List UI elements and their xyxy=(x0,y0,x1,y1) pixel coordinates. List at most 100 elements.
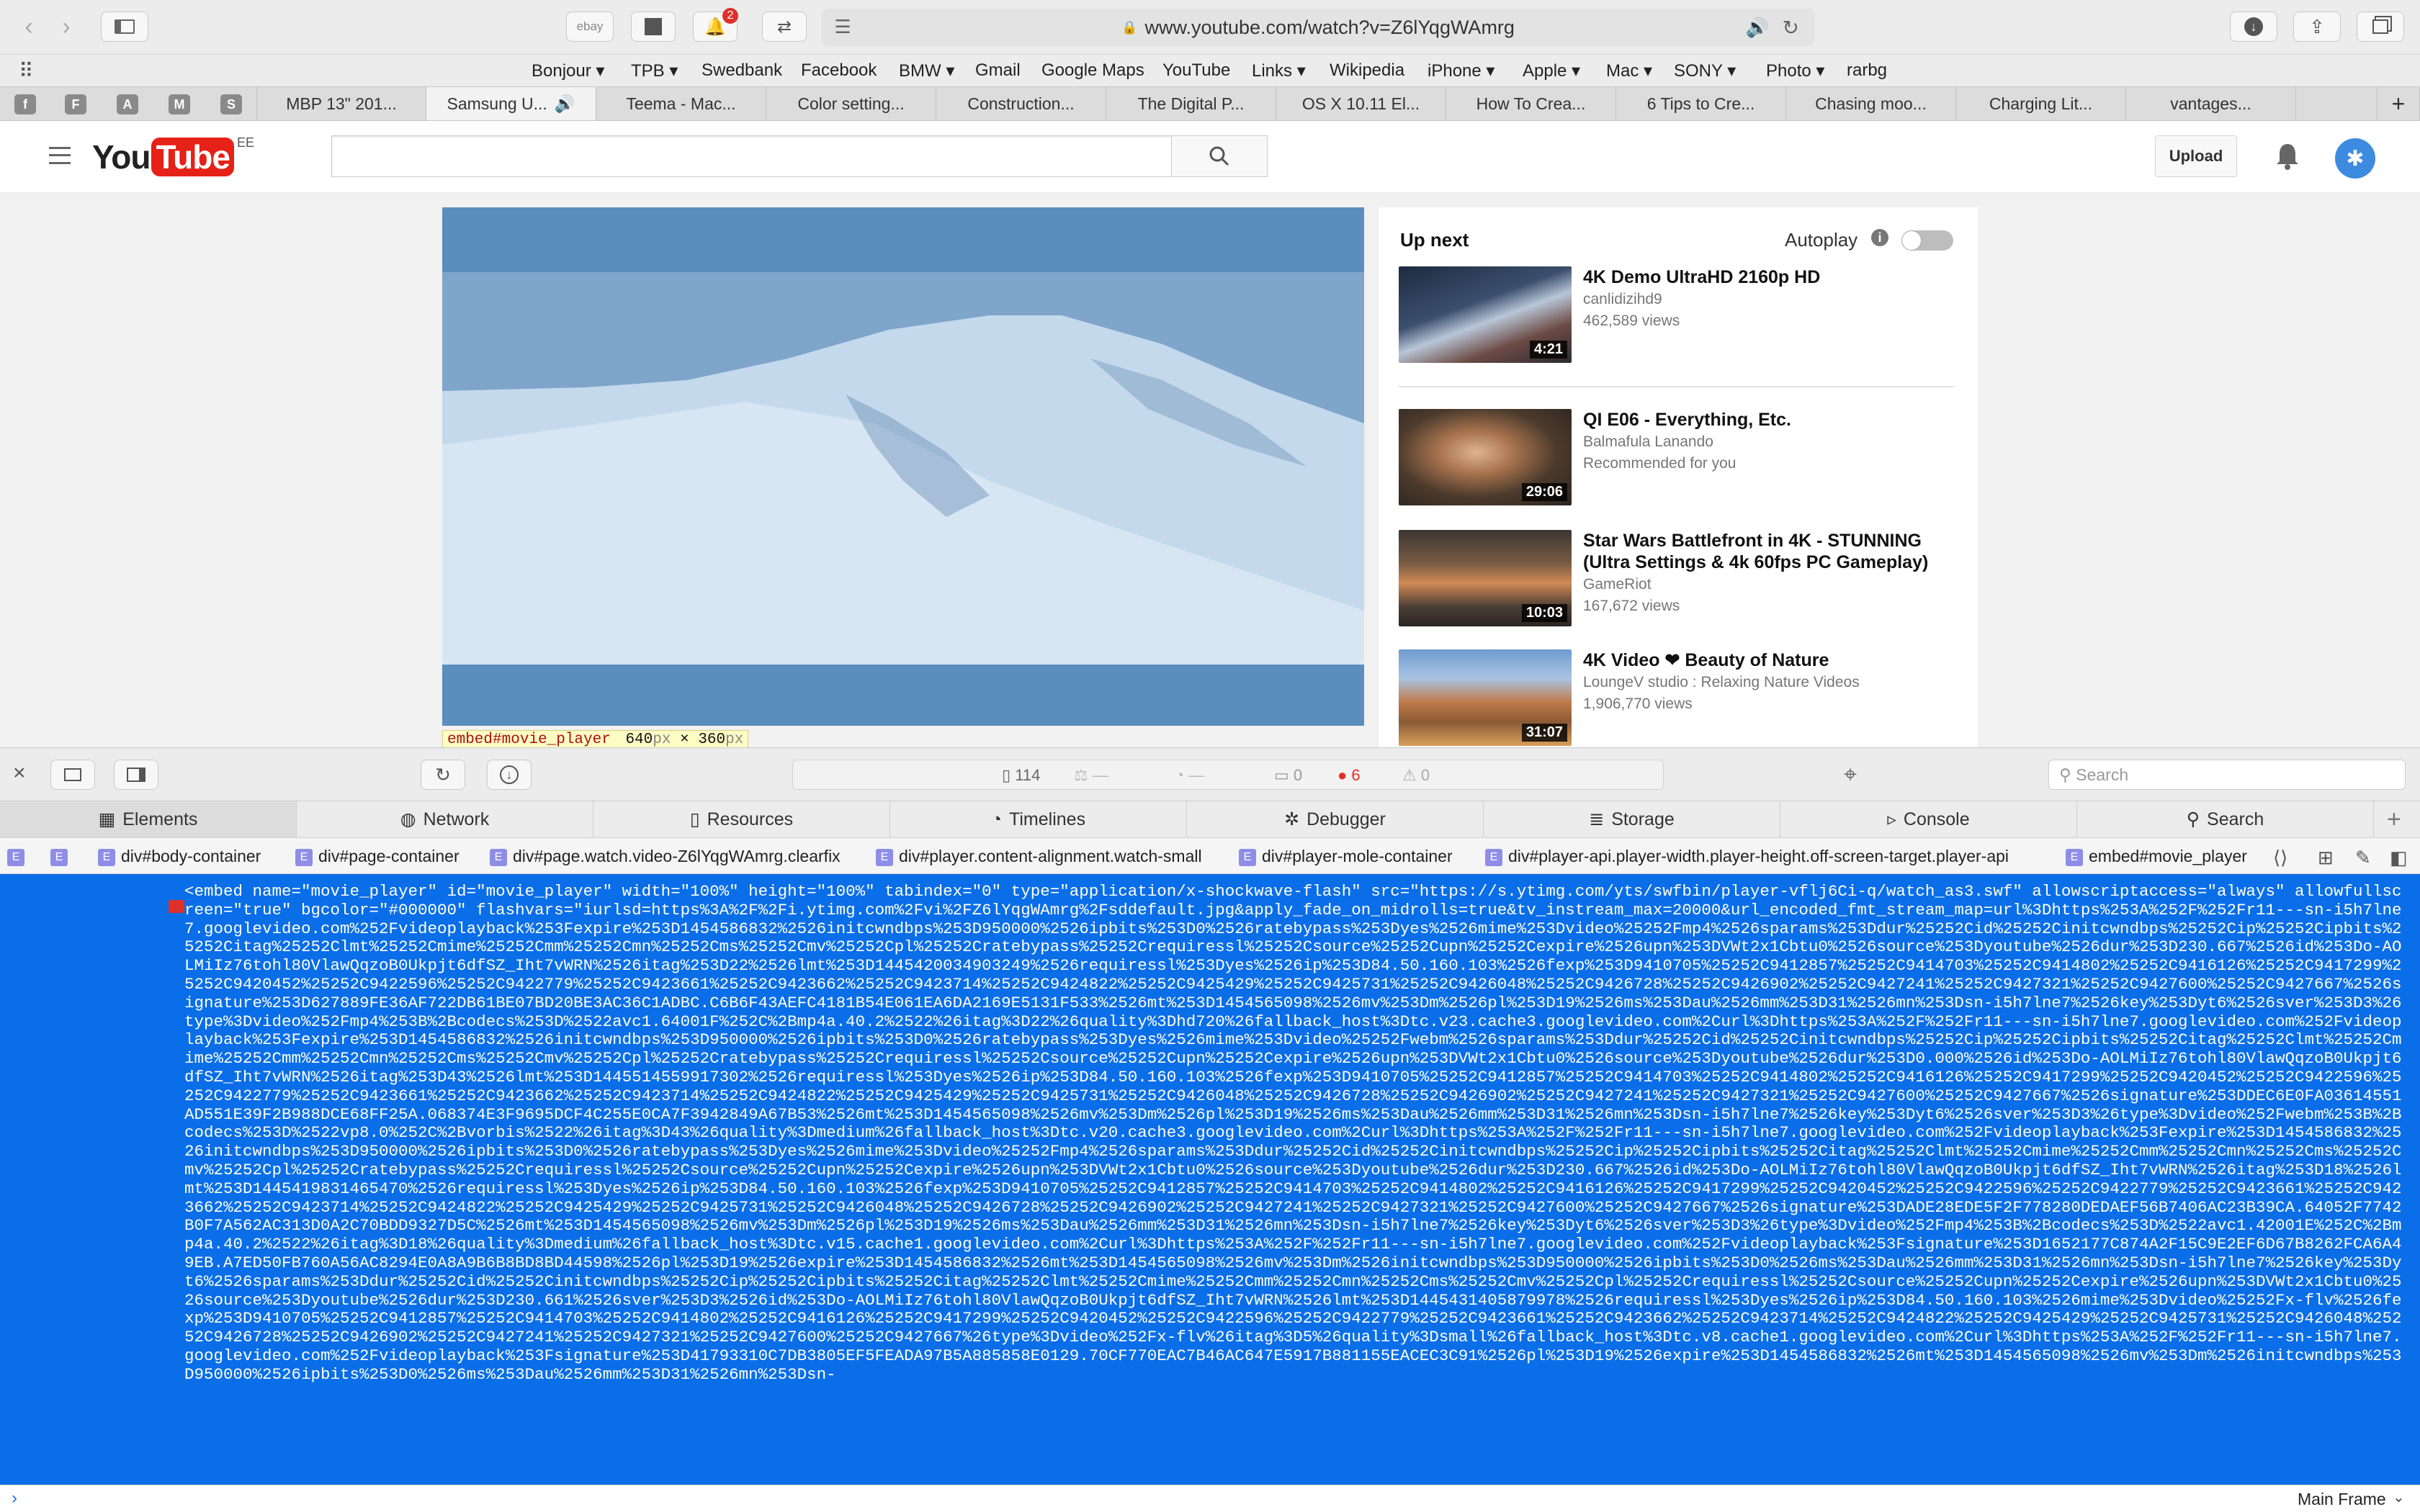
breadcrumb-player[interactable]: Ediv#player.content-alignment.watch-smal… xyxy=(876,847,1202,866)
reload-page-button[interactable]: ↻ xyxy=(421,760,465,790)
bookmark-apple[interactable]: Apple ▾ xyxy=(1523,60,1580,81)
frame-selector-chevron-icon[interactable]: ⌄ xyxy=(2393,1488,2405,1506)
reload-icon[interactable]: ↻ xyxy=(1783,16,1799,40)
tab-elements[interactable]: ▦ Elements xyxy=(0,801,297,837)
video-channel[interactable]: canlidizihd9 xyxy=(1583,291,1662,308)
braces-icon[interactable]: ⟨⟩ xyxy=(2273,847,2287,869)
tabs-overview-button[interactable] xyxy=(2357,12,2404,42)
speaker-icon[interactable]: 🔊 xyxy=(555,94,575,114)
new-tab-button[interactable]: + xyxy=(2377,87,2420,120)
dom-tree-selected-node[interactable]: <embed name="movie_player" id="movie_pla… xyxy=(0,874,2420,1485)
pinned-tab-f[interactable]: F xyxy=(65,94,86,114)
bookmark-mac[interactable]: Mac ▾ xyxy=(1606,60,1652,81)
movie-player[interactable] xyxy=(442,207,1364,726)
video-channel[interactable]: Balmafula Lanando xyxy=(1583,433,1713,451)
guide-menu-icon[interactable] xyxy=(49,147,71,164)
breadcrumb-page-container[interactable]: Ediv#page-container xyxy=(295,847,460,866)
tab-resources[interactable]: ▯ Resources xyxy=(593,801,890,837)
close-inspector-icon[interactable]: × xyxy=(13,761,26,786)
notifications-bell-icon[interactable] xyxy=(2275,141,2300,170)
video-thumbnail[interactable]: 31:07 xyxy=(1399,649,1572,746)
error-marker-icon[interactable] xyxy=(169,900,184,913)
bookmark-bmw[interactable]: BMW ▾ xyxy=(899,60,954,81)
resources-counter[interactable]: ▯ 114 xyxy=(1002,766,1040,785)
tab-6[interactable]: The Digital P... xyxy=(1106,87,1276,120)
logs-counter[interactable]: ▭ 0 xyxy=(1274,766,1302,785)
bookmark-facebook[interactable]: Facebook xyxy=(801,60,877,81)
bookmark-bonjour[interactable]: Bonjour ▾ xyxy=(532,60,604,81)
tab-2-active[interactable]: Samsung U... 🔊 xyxy=(426,87,596,120)
tab-11[interactable]: Charging Lit... xyxy=(1956,87,2126,120)
share-button[interactable]: ⇪ xyxy=(2293,12,2341,42)
bookmark-sony[interactable]: SONY ▾ xyxy=(1674,60,1736,81)
pinned-tab-s[interactable]: S xyxy=(220,94,242,114)
bookmark-google-maps[interactable]: Google Maps xyxy=(1041,60,1144,81)
grid-icon[interactable]: ⊞ xyxy=(2318,847,2334,869)
video-channel[interactable]: LoungeV studio : Relaxing Nature Videos xyxy=(1583,674,1860,691)
video-item[interactable]: 29:06 QI E06 - Everything, Etc. Balmaful… xyxy=(1399,409,1975,510)
detach-window-button[interactable] xyxy=(50,760,95,790)
breadcrumb-body[interactable]: E xyxy=(50,847,73,866)
bookmark-photo[interactable]: Photo ▾ xyxy=(1766,60,1824,81)
pinned-tab-m[interactable]: M xyxy=(169,94,190,114)
bookmark-iphone[interactable]: iPhone ▾ xyxy=(1428,60,1494,81)
sidebar-toggle-button[interactable] xyxy=(101,12,148,42)
tab-3[interactable]: Teema - Mac... xyxy=(596,87,766,120)
video-title[interactable]: Star Wars Battlefront in 4K - STUNNING (… xyxy=(1583,530,1965,573)
swap-extension-button[interactable]: ⇄ xyxy=(762,12,807,42)
autoplay-toggle[interactable] xyxy=(1901,230,1953,251)
breadcrumb-root[interactable]: E xyxy=(7,847,30,866)
info-icon[interactable]: i xyxy=(1871,229,1888,246)
element-picker-icon[interactable]: ⌖ xyxy=(1844,761,1857,788)
video-item[interactable]: 4:21 4K Demo UltraHD 2160p HD canlidizih… xyxy=(1399,266,1975,367)
tab-12[interactable]: vantages... xyxy=(2126,87,2296,120)
video-thumbnail[interactable]: 10:03 xyxy=(1399,530,1572,626)
download-archive-button[interactable]: ↓ xyxy=(487,760,532,790)
pinned-tab-a[interactable]: A xyxy=(117,94,138,114)
breadcrumb-body-container[interactable]: Ediv#body-container xyxy=(98,847,261,866)
tab-5[interactable]: Construction... xyxy=(936,87,1106,120)
errors-counter[interactable]: ● 6 xyxy=(1337,766,1361,785)
video-thumbnail[interactable]: 29:06 xyxy=(1399,409,1572,505)
add-tab-icon[interactable]: + xyxy=(2387,806,2401,834)
video-title[interactable]: QI E06 - Everything, Etc. xyxy=(1583,409,1965,431)
tab-10[interactable]: Chasing moo... xyxy=(1786,87,1956,120)
bookmark-rarbg[interactable]: rarbg xyxy=(1847,60,1887,81)
embed-element-markup[interactable]: <embed name="movie_player" id="movie_pla… xyxy=(184,882,2403,1385)
tab-debugger[interactable]: ✲ Debugger xyxy=(1187,801,1484,837)
video-thumbnail[interactable]: 4:21 xyxy=(1399,266,1572,363)
video-channel[interactable]: GameRiot xyxy=(1583,576,1652,593)
downloads-button[interactable]: ↓ xyxy=(2230,12,2277,42)
tab-timelines[interactable]: ◔ Timelines xyxy=(890,801,1187,837)
back-button[interactable]: ‹ xyxy=(13,12,45,42)
brush-icon[interactable]: ✎ xyxy=(2355,847,2371,869)
audio-icon[interactable]: 🔊 xyxy=(1746,17,1769,39)
pinned-tab-facebook[interactable]: f xyxy=(14,94,36,114)
tab-console[interactable]: ▹ Console xyxy=(1780,801,2077,837)
dock-side-button[interactable] xyxy=(114,760,158,790)
warnings-counter[interactable]: ⚠ 0 xyxy=(1402,766,1430,785)
address-bar[interactable]: 🔒 www.youtube.com/watch?v=Z6lYqgWAmrg 🔊 … xyxy=(821,9,1815,46)
stop-extension-button[interactable] xyxy=(631,12,676,42)
forward-button[interactable]: › xyxy=(50,12,82,42)
tab-network[interactable]: ◍ Network xyxy=(297,801,593,837)
upload-button[interactable]: Upload xyxy=(2155,135,2237,177)
search-input[interactable] xyxy=(331,135,1173,177)
tab-storage[interactable]: ≣ Storage xyxy=(1484,801,1780,837)
breadcrumb-movie-player[interactable]: Eembed#movie_player xyxy=(2066,847,2247,866)
breadcrumb-player-mole[interactable]: Ediv#player-mole-container xyxy=(1239,847,1453,866)
ebay-extension-button[interactable]: ebay xyxy=(566,12,614,42)
breadcrumb-page[interactable]: Ediv#page.watch.video-Z6lYqgWAmrg.clearf… xyxy=(490,847,841,866)
video-title[interactable]: 4K Video ❤ Beauty of Nature xyxy=(1583,649,1965,671)
notifications-extension-button[interactable]: 🔔 2 xyxy=(693,8,738,42)
bookmark-swedbank[interactable]: Swedbank xyxy=(702,60,782,81)
search-button[interactable] xyxy=(1171,135,1268,177)
video-title[interactable]: 4K Demo UltraHD 2160p HD xyxy=(1583,266,1965,288)
top-sites-grid-icon[interactable]: ⠿ xyxy=(19,59,34,83)
video-item[interactable]: 31:07 4K Video ❤ Beauty of Nature Lounge… xyxy=(1399,649,1975,750)
inspector-search-field[interactable]: ⚲ Search xyxy=(2048,760,2406,790)
tab-search[interactable]: ⚲ Search xyxy=(2077,801,2374,837)
sidebar-panel-icon[interactable]: ◧ xyxy=(2390,847,2408,869)
youtube-logo[interactable]: You Tube EE xyxy=(92,135,254,179)
reader-button[interactable]: ☰ xyxy=(821,12,864,42)
